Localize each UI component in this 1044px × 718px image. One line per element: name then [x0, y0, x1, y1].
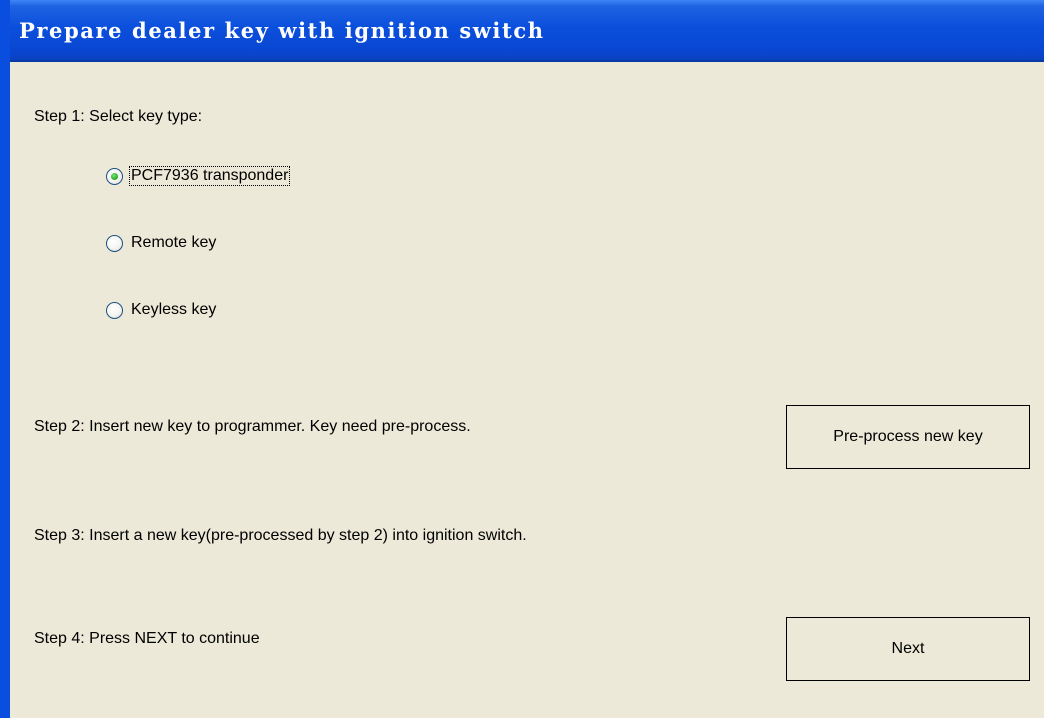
radio-option-pcf7936[interactable]: PCF7936 transponder	[106, 166, 291, 186]
radio-label-keyless-key: Keyless key	[131, 301, 217, 318]
radio-button-selected[interactable]	[106, 167, 123, 185]
pre-process-key-button[interactable]: Pre-process new key	[786, 405, 1030, 469]
title-bar[interactable]: Prepare dealer key with ignition switch	[10, 0, 1044, 62]
radio-label-pcf7936: PCF7936 transponder	[129, 166, 291, 186]
radio-button[interactable]	[106, 234, 123, 252]
step3-label: Step 3: Insert a new key(pre-processed b…	[34, 527, 527, 544]
step4-label: Step 4: Press NEXT to continue	[34, 630, 260, 647]
step1-label: Step 1: Select key type:	[34, 108, 203, 125]
dialog-window: Prepare dealer key with ignition switch …	[0, 0, 1044, 718]
radio-option-keyless-key[interactable]: Keyless key	[106, 300, 218, 320]
radio-button[interactable]	[106, 301, 123, 319]
radio-option-remote-key[interactable]: Remote key	[106, 233, 218, 253]
next-button[interactable]: Next	[786, 617, 1030, 681]
step2-label: Step 2: Insert new key to programmer. Ke…	[34, 418, 471, 435]
radio-label-remote-key: Remote key	[131, 234, 217, 251]
window-title: Prepare dealer key with ignition switch	[19, 18, 545, 43]
